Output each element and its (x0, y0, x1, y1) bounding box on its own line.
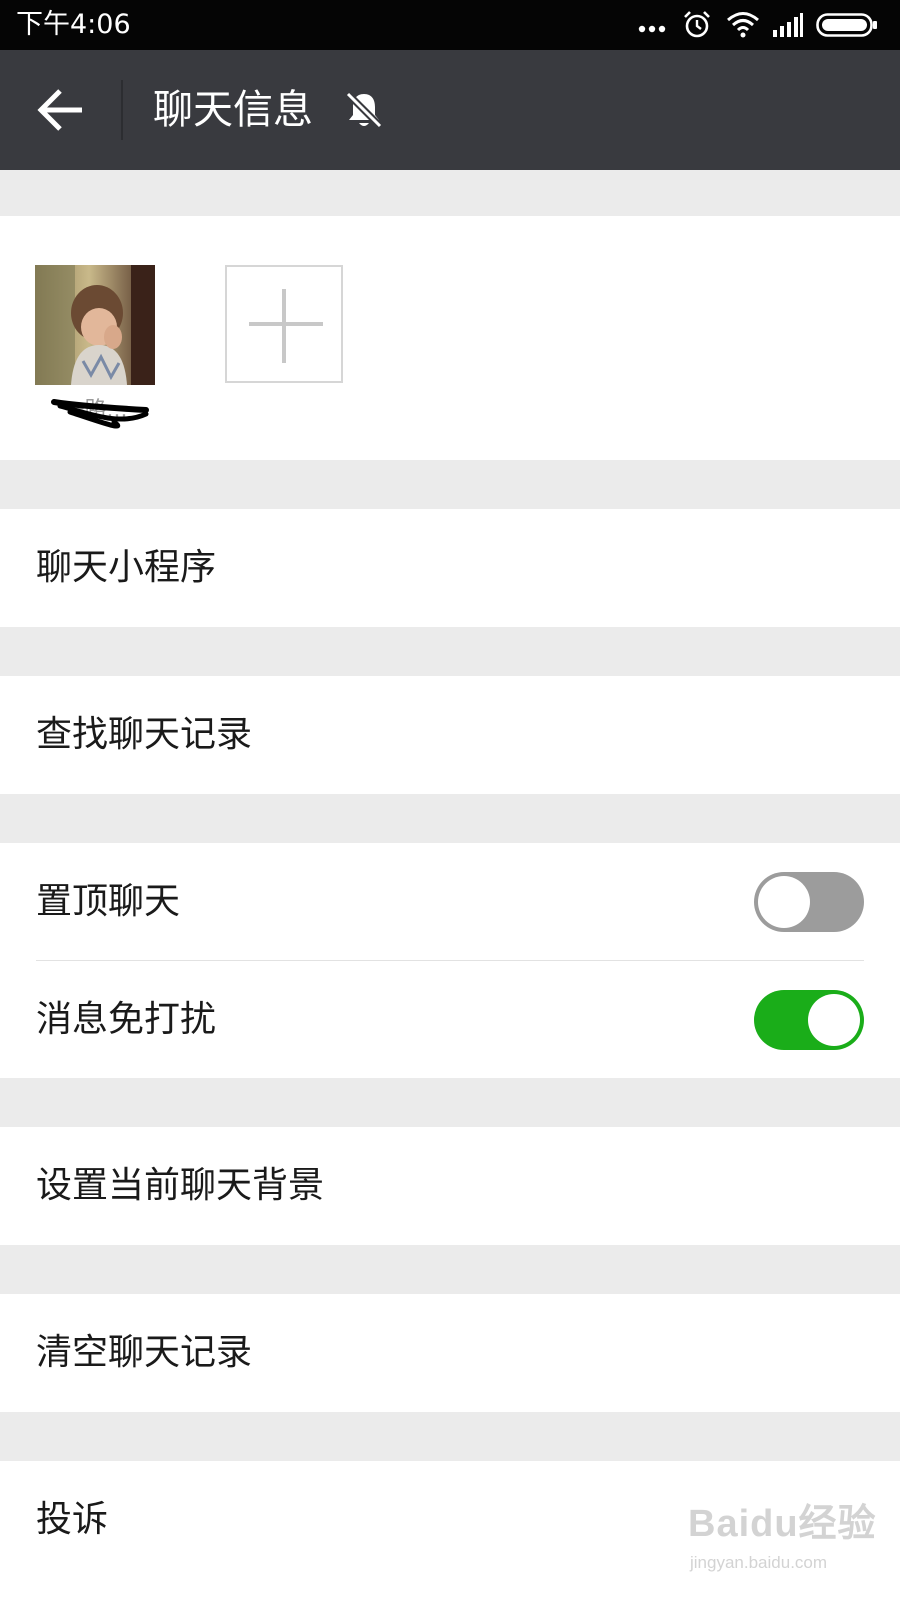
search-history-card: 查找聊天记录 (0, 676, 900, 794)
pin-chat-row: 置顶聊天 (0, 843, 900, 961)
mini-programs-card: 聊天小程序 (0, 509, 900, 627)
chat-mini-programs-row[interactable]: 聊天小程序 (0, 509, 900, 627)
bell-off-icon (345, 91, 383, 129)
arrow-left-icon (37, 89, 82, 131)
title-divider (121, 80, 123, 140)
member-avatar[interactable] (35, 265, 155, 385)
wifi-icon (727, 12, 759, 38)
background-card: 设置当前聊天背景 (0, 1127, 900, 1245)
clear-chat-history-label: 清空聊天记录 (36, 1332, 253, 1373)
chat-settings-card: 置顶聊天 消息免打扰 (0, 843, 900, 1078)
avatar (35, 265, 155, 385)
toggle-knob (808, 994, 860, 1046)
search-chat-history-label: 查找聊天记录 (36, 714, 253, 755)
toggle-knob (758, 876, 810, 928)
battery-icon (816, 13, 877, 37)
members-card: 一路... (0, 216, 900, 460)
add-member-button[interactable] (225, 265, 343, 383)
set-chat-background-row[interactable]: 设置当前聊天背景 (0, 1127, 900, 1245)
chat-mini-programs-label: 聊天小程序 (36, 547, 217, 588)
more-dots-icon (638, 25, 666, 33)
clear-chat-history-row[interactable]: 清空聊天记录 (0, 1294, 900, 1412)
baidu-watermark: Baidu经验 jingyan.baidu.com (688, 1500, 888, 1596)
watermark-url: jingyan.baidu.com (690, 1553, 828, 1572)
search-chat-history-row[interactable]: 查找聊天记录 (0, 676, 900, 794)
status-time: 下午4:06 (16, 9, 131, 40)
do-not-disturb-label: 消息免打扰 (36, 999, 217, 1040)
clear-history-card: 清空聊天记录 (0, 1294, 900, 1412)
do-not-disturb-toggle[interactable] (754, 990, 864, 1050)
status-bar: 下午4:06 (0, 0, 900, 50)
redaction-scribble (51, 399, 149, 429)
page-title: 聊天信息 (153, 87, 313, 133)
title-bar: 聊天信息 (0, 50, 900, 170)
watermark-logo-text: Baidu经验 (688, 1503, 877, 1545)
do-not-disturb-row: 消息免打扰 (0, 961, 900, 1079)
signal-icon (773, 13, 803, 37)
pin-chat-toggle[interactable] (754, 872, 864, 932)
pin-chat-label: 置顶聊天 (36, 881, 181, 922)
set-chat-background-label: 设置当前聊天背景 (36, 1165, 325, 1206)
report-label: 投诉 (36, 1499, 109, 1540)
back-button[interactable] (30, 78, 94, 142)
alarm-icon (684, 11, 710, 38)
status-icons (638, 6, 888, 44)
